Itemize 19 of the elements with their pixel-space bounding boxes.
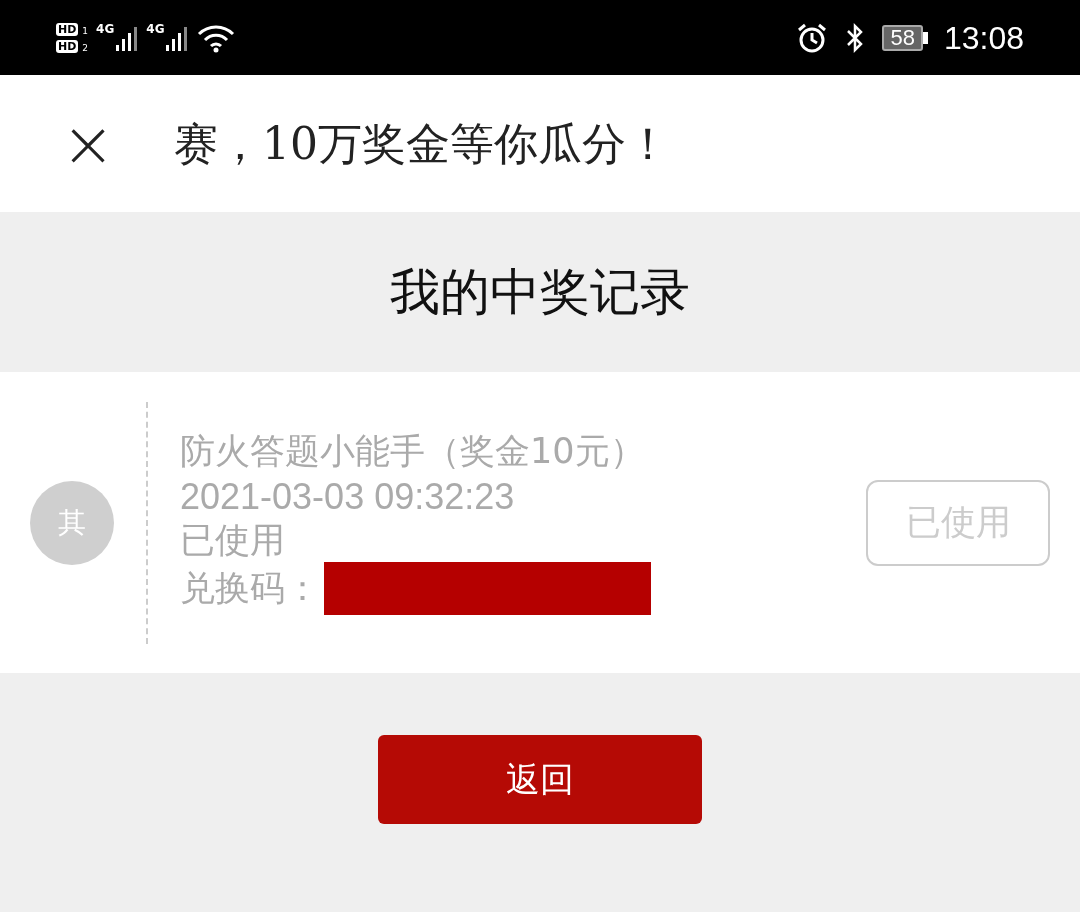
alarm-icon: [796, 21, 829, 54]
sim-label: HD: [56, 39, 79, 53]
close-button[interactable]: ×: [58, 111, 118, 176]
wifi-icon: [196, 22, 237, 53]
battery-tip-icon: [922, 31, 928, 44]
sim-slot: 2: [82, 43, 89, 53]
network-label: 4G: [96, 22, 115, 35]
sim-label: HD: [56, 22, 79, 36]
page-heading: 赛，10万奖金等你瓜分！: [174, 116, 670, 171]
prize-time: 2021-03-03 09:32:23: [180, 474, 516, 519]
back-button[interactable]: 返回: [378, 735, 702, 824]
code-label: 兑换码：: [180, 566, 320, 610]
battery-level: 58: [882, 24, 923, 51]
prize-status: 已使用: [180, 518, 286, 562]
network-label: 4G: [146, 22, 165, 35]
section-title: 我的中奖记录: [389, 261, 691, 323]
sim-slot: 1: [82, 26, 89, 36]
status-time: 13:08: [943, 18, 1024, 58]
prize-name: 防火答题小能手（奖金10元）: [180, 429, 646, 473]
